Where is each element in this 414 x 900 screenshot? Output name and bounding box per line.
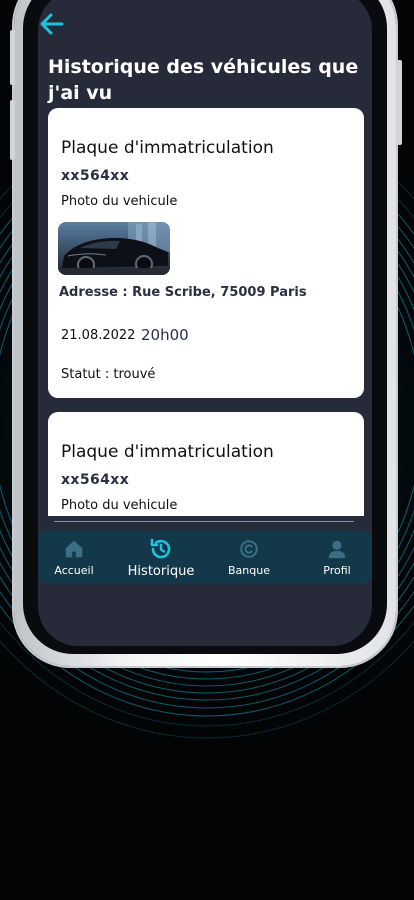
license-plate: xx564xx	[61, 472, 130, 488]
card-title: Plaque d'immatriculation	[61, 138, 274, 158]
tab-profil[interactable]: Profil	[308, 530, 366, 584]
vehicle-photo[interactable]	[58, 222, 170, 275]
copyright-coin-icon	[240, 540, 258, 558]
photo-label: Photo du vehicule	[61, 498, 178, 513]
bottom-nav: Accueil Historique Banque Profil	[38, 530, 372, 584]
volume-down-button	[10, 100, 15, 160]
tab-label: Banque	[228, 564, 270, 577]
user-icon	[328, 540, 346, 559]
divider	[54, 521, 354, 522]
arrow-left-icon	[40, 13, 64, 35]
home-icon	[65, 540, 83, 558]
date: 21.08.2022	[61, 328, 136, 343]
power-button	[397, 60, 402, 145]
tab-accueil[interactable]: Accueil	[44, 530, 104, 584]
back-button[interactable]	[38, 10, 66, 38]
tab-banque[interactable]: Banque	[218, 530, 280, 584]
photo-label: Photo du vehicule	[61, 194, 178, 209]
card-title: Plaque d'immatriculation	[61, 442, 274, 462]
history-icon	[150, 538, 171, 559]
tab-label: Historique	[127, 564, 195, 579]
tab-label: Accueil	[54, 564, 94, 577]
time: 20h00	[141, 326, 189, 344]
page-title: Historique des véhicules que j'ai vu	[48, 56, 359, 104]
tab-historique[interactable]: Historique	[118, 530, 204, 584]
history-card[interactable]: Plaque d'immatriculation xx564xx Photo d…	[48, 412, 364, 516]
address: Adresse : Rue Scribe, 75009 Paris	[59, 285, 307, 300]
tab-label: Profil	[323, 564, 351, 577]
status: Statut : trouvé	[61, 367, 156, 382]
app-screen: Historique des véhicules que j'ai vu Pla…	[38, 0, 372, 646]
history-list[interactable]: Plaque d'immatriculation xx564xx Photo d…	[48, 108, 364, 516]
history-card[interactable]: Plaque d'immatriculation xx564xx Photo d…	[48, 108, 364, 398]
license-plate: xx564xx	[61, 168, 130, 184]
volume-up-button	[10, 30, 15, 85]
